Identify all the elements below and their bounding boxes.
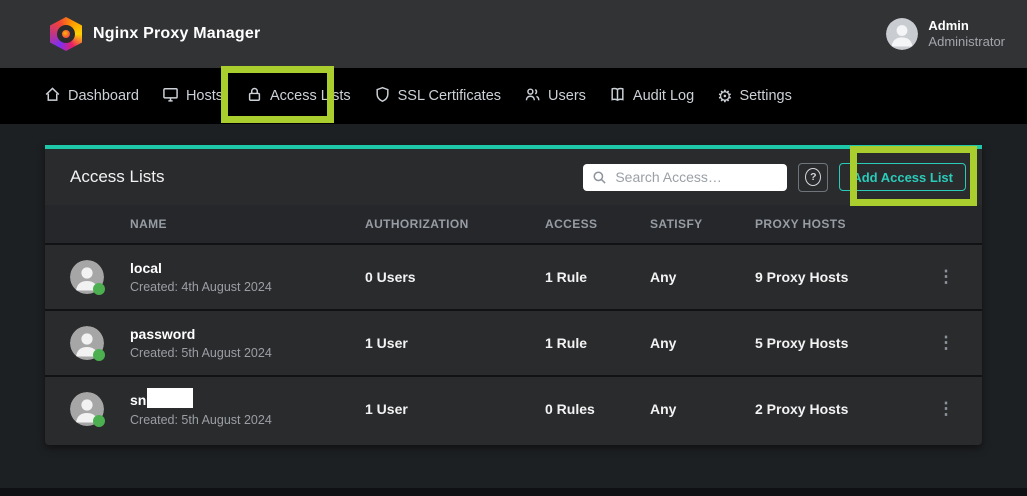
user-menu[interactable]: Admin Administrator (886, 18, 1005, 51)
column-header-satisfy: SATISFY (650, 217, 755, 231)
satisfy-value: Any (650, 401, 755, 417)
logo-inner-ring (57, 25, 75, 43)
nginx-proxy-manager-logo-icon (50, 17, 82, 51)
gear-icon: ⚙ (717, 88, 732, 105)
column-header-proxy-hosts: PROXY HOSTS (755, 217, 926, 231)
help-button[interactable]: ? (798, 163, 828, 192)
column-header-authorization: AUTHORIZATION (365, 217, 545, 231)
nav-label: Users (548, 88, 586, 104)
access-value: 1 Rule (545, 335, 650, 351)
logo-core (62, 30, 70, 38)
access-list-name: password (130, 325, 365, 343)
nav-label: Dashboard (68, 88, 139, 104)
access-list-created: Created: 5th August 2024 (130, 412, 365, 428)
panel-title: Access Lists (70, 167, 572, 187)
table-row[interactable]: local Created: 4th August 2024 0 Users 1… (45, 243, 982, 309)
book-icon (609, 86, 626, 107)
access-list-name: local (130, 259, 365, 277)
nav-item-hosts[interactable]: Hosts (162, 86, 223, 107)
status-online-dot (93, 415, 105, 427)
add-access-list-button[interactable]: Add Access List (839, 163, 966, 191)
user-avatar[interactable] (886, 18, 918, 50)
nginx-proxy-manager-screen: Nginx Proxy Manager Admin Administrator (0, 0, 1027, 496)
proxy-hosts-value: 2 Proxy Hosts (755, 401, 926, 417)
app-title: Nginx Proxy Manager (93, 25, 260, 43)
search-input[interactable] (583, 164, 787, 191)
redaction-box (147, 388, 193, 408)
nav-item-settings[interactable]: ⚙ Settings (717, 88, 792, 105)
bottom-edge-strip (0, 488, 1027, 496)
status-online-dot (93, 349, 105, 361)
user-role: Administrator (928, 34, 1005, 50)
access-list-avatar (70, 260, 104, 294)
access-list-avatar (70, 326, 104, 360)
nav-label: Hosts (186, 88, 223, 104)
search-box (583, 164, 787, 191)
main-nav: Dashboard Hosts Access Lists (0, 68, 1027, 124)
access-lists-panel: Access Lists ? Add Access List NAME AUTH… (45, 145, 982, 445)
access-list-name: sn (130, 391, 146, 409)
table-row[interactable]: password Created: 5th August 2024 1 User… (45, 309, 982, 375)
lock-icon (246, 86, 263, 107)
top-header-bar: Nginx Proxy Manager Admin Administrator (0, 0, 1027, 68)
access-list-created: Created: 4th August 2024 (130, 279, 365, 295)
user-name: Admin (928, 18, 1005, 34)
authorization-value: 1 User (365, 401, 545, 417)
nav-item-audit-log[interactable]: Audit Log (609, 86, 694, 107)
column-header-name: NAME (130, 217, 365, 231)
users-icon (524, 86, 541, 107)
proxy-hosts-value: 5 Proxy Hosts (755, 335, 926, 351)
panel-header: Access Lists ? Add Access List (45, 149, 982, 205)
monitor-icon (162, 86, 179, 107)
access-list-avatar (70, 392, 104, 426)
satisfy-value: Any (650, 269, 755, 285)
proxy-hosts-value: 9 Proxy Hosts (755, 269, 926, 285)
nav-label: Settings (739, 88, 791, 104)
table-row[interactable]: sn Created: 5th August 2024 1 User 0 Rul… (45, 375, 982, 441)
row-actions-kebab-icon[interactable]: ⋮ (926, 399, 966, 419)
nav-item-access-lists[interactable]: Access Lists (246, 86, 351, 107)
access-list-created: Created: 5th August 2024 (130, 345, 365, 361)
authorization-value: 0 Users (365, 269, 545, 285)
row-actions-kebab-icon[interactable]: ⋮ (926, 267, 966, 287)
home-icon (44, 86, 61, 107)
nav-item-users[interactable]: Users (524, 86, 586, 107)
question-icon: ? (805, 168, 821, 186)
nav-label: Access Lists (270, 88, 351, 104)
access-value: 0 Rules (545, 401, 650, 417)
table-header-row: NAME AUTHORIZATION ACCESS SATISFY PROXY … (45, 205, 982, 243)
shield-icon (374, 86, 391, 107)
status-online-dot (93, 283, 105, 295)
authorization-value: 1 User (365, 335, 545, 351)
column-header-access: ACCESS (545, 217, 650, 231)
nav-item-dashboard[interactable]: Dashboard (44, 86, 139, 107)
row-actions-kebab-icon[interactable]: ⋮ (926, 333, 966, 353)
satisfy-value: Any (650, 335, 755, 351)
access-value: 1 Rule (545, 269, 650, 285)
nav-label: Audit Log (633, 88, 694, 104)
nav-label: SSL Certificates (398, 88, 501, 104)
nav-item-ssl-certificates[interactable]: SSL Certificates (374, 86, 501, 107)
